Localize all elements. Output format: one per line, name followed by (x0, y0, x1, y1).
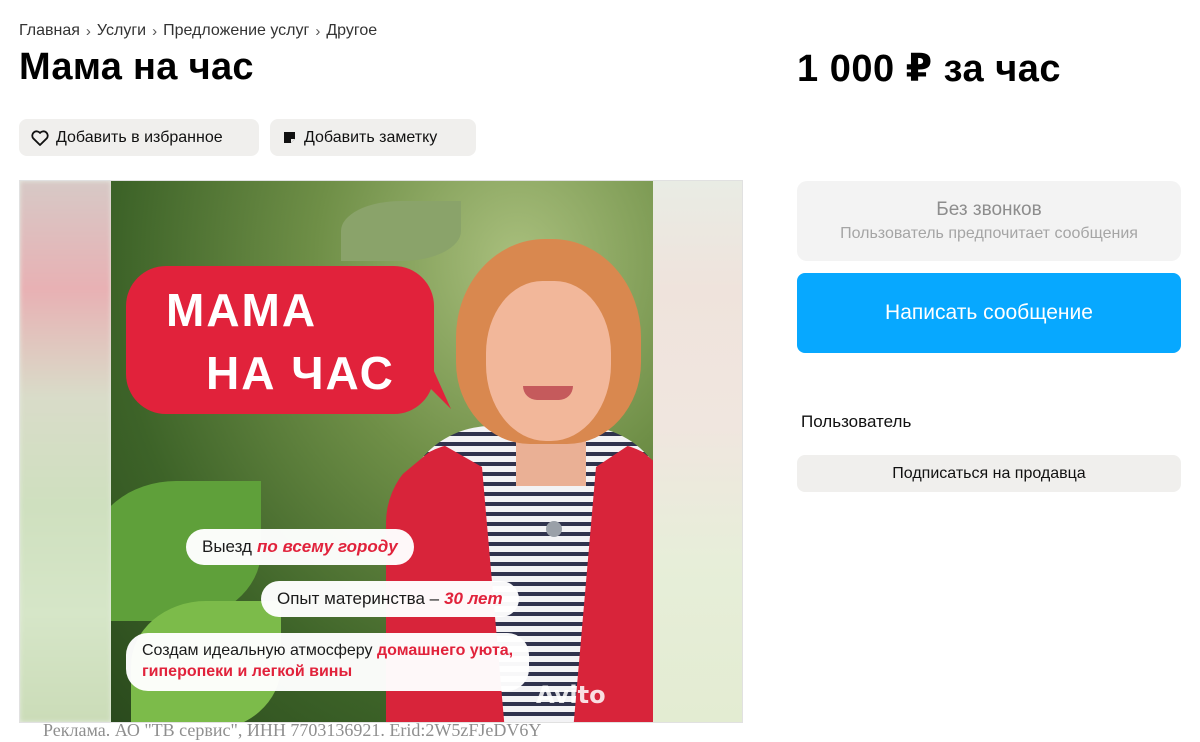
no-calls-subtitle: Пользователь предпочитает сообщения (840, 225, 1138, 242)
promo-tag-experience: Опыт материнства – 30 лет (261, 581, 519, 617)
breadcrumb-home[interactable]: Главная (19, 22, 80, 40)
promo-tag-highlight: по всему городу (256, 537, 398, 556)
add-to-favorites-label: Добавить в избранное (56, 128, 223, 146)
price: 1 000 ₽ за час (797, 48, 1062, 90)
page-title: Мама на час (19, 46, 254, 88)
ad-disclaimer: Реклама. АО "ТВ сервис", ИНН 7703136921.… (43, 720, 542, 740)
seller-name[interactable]: Пользователь (801, 412, 911, 432)
promo-tag-text: Опыт материнства – (277, 589, 440, 608)
listing-photo-gallery[interactable]: МАМА НА ЧАС Выезд по всему городу Опыт м… (19, 180, 743, 723)
bubble-line-1: МАМА (166, 284, 318, 336)
person-face (486, 281, 611, 441)
breadcrumb-services[interactable]: Услуги (97, 22, 146, 40)
promo-tag-line2: гиперопеки и легкой вины (142, 663, 353, 680)
no-calls-notice: Без звонков Пользователь предпочитает со… (797, 181, 1181, 261)
foliage (341, 201, 461, 261)
add-note-button[interactable]: Добавить заметку (270, 119, 476, 156)
no-calls-title: Без звонков (936, 199, 1042, 220)
breadcrumb-separator: › (85, 22, 91, 40)
heart-icon (31, 129, 49, 146)
heart-pendant (546, 521, 562, 537)
breadcrumb-separator: › (152, 22, 158, 40)
person-smile (523, 386, 573, 400)
bubble-line-2: НА ЧАС (206, 347, 395, 399)
promo-tag-text: Создам идеальную атмосферу (142, 642, 373, 659)
avito-watermark: Avito (536, 681, 606, 709)
promo-tag-text: Выезд (202, 537, 252, 556)
breadcrumb-separator: › (315, 22, 321, 40)
subscribe-seller-button[interactable]: Подписаться на продавца (797, 455, 1181, 492)
breadcrumb-service-offers[interactable]: Предложение услуг (163, 22, 309, 40)
add-to-favorites-button[interactable]: Добавить в избранное (19, 119, 259, 156)
listing-photo[interactable]: МАМА НА ЧАС Выезд по всему городу Опыт м… (111, 181, 653, 722)
promo-tag-highlight: 30 лет (444, 589, 503, 608)
add-note-label: Добавить заметку (304, 128, 438, 146)
promo-tag-travel: Выезд по всему городу (186, 529, 414, 565)
gallery-blur-left (20, 181, 111, 722)
gallery-blur-right (652, 181, 742, 722)
promo-tag-atmosphere: Создам идеальную атмосферу домашнего уют… (126, 633, 530, 691)
write-message-button[interactable]: Написать сообщение (797, 273, 1181, 353)
breadcrumb: Главная › Услуги › Предложение услуг › Д… (19, 22, 377, 40)
promo-tag-highlight: домашнего уюта, (376, 642, 514, 659)
breadcrumb-other[interactable]: Другое (326, 22, 377, 40)
note-icon (284, 132, 295, 143)
